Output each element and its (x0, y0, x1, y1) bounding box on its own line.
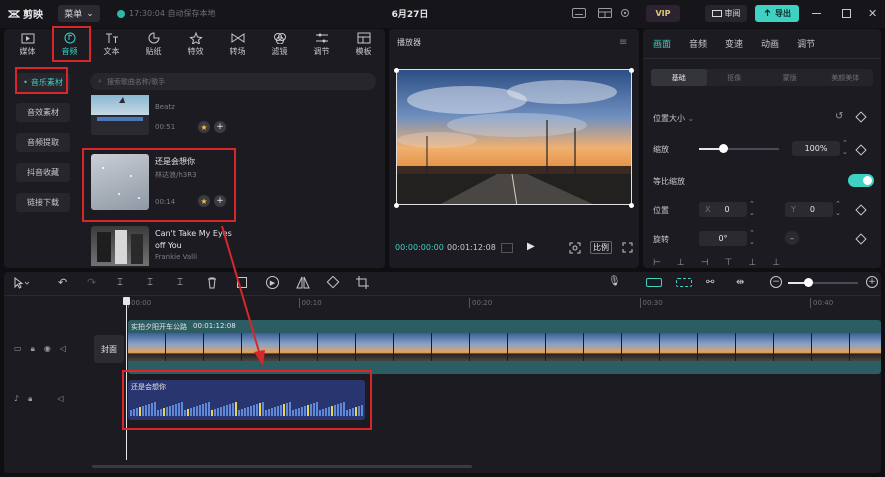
drag-arrow (221, 225, 265, 366)
